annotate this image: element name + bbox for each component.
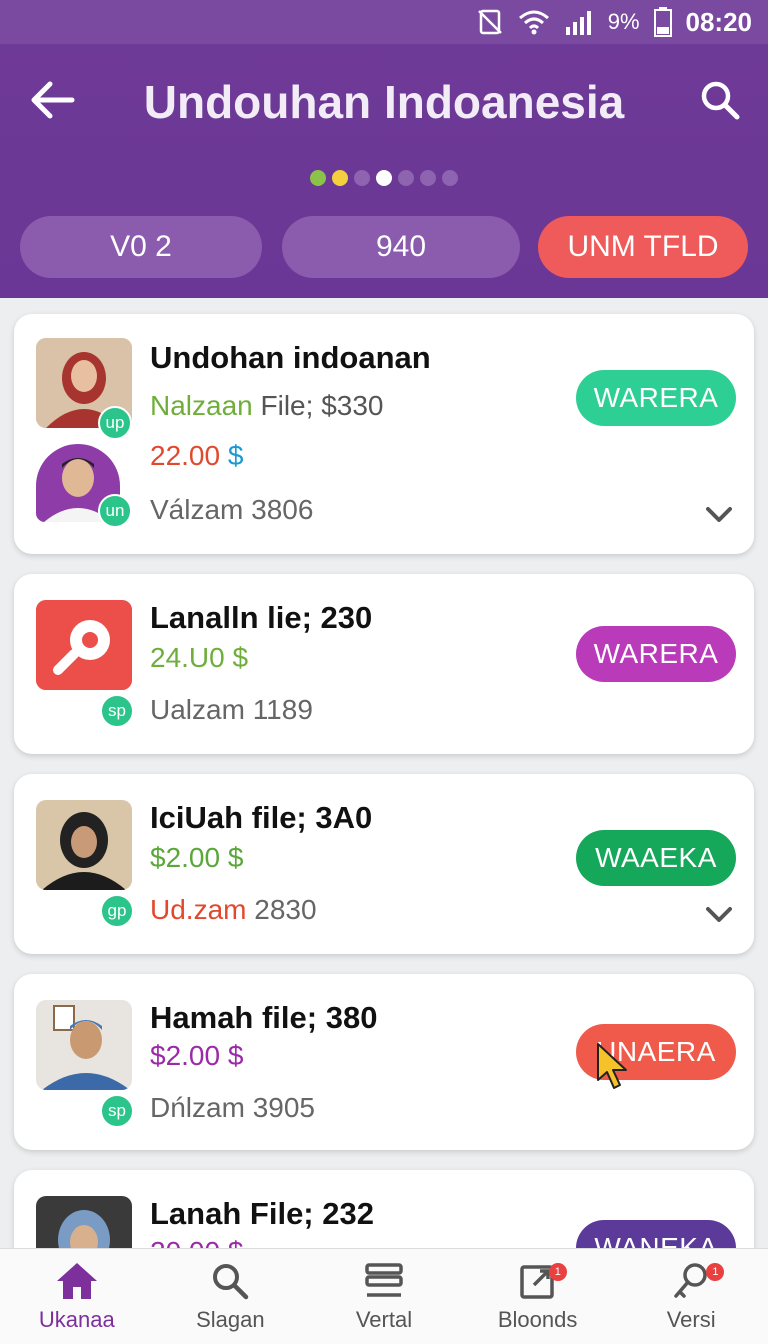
- page-dot[interactable]: [420, 170, 436, 186]
- item-subtitle: Nalzaan File; $330: [150, 390, 383, 422]
- page-dot[interactable]: [398, 170, 414, 186]
- expand-button[interactable]: [704, 900, 734, 930]
- key-app-icon: [36, 600, 132, 690]
- bottom-navigation: Ukanaa Slagan Vertal 1 Bloonds 1 Versi: [0, 1248, 768, 1344]
- nav-item-vertal[interactable]: Vertal: [307, 1249, 461, 1344]
- page-dot[interactable]: [354, 170, 370, 186]
- nav-label: Bloonds: [497, 1307, 578, 1332]
- notification-badge: 1: [706, 1263, 725, 1281]
- status-badge: sp: [100, 1094, 134, 1128]
- app-logo: [36, 600, 132, 690]
- list-icon: [365, 1263, 403, 1297]
- app-header: 9% 08:20 Undouhan Indoanesia V0 2 940 UN…: [0, 0, 768, 298]
- notification-badge: 1: [548, 1263, 567, 1281]
- item-price: 20.00 $: [150, 1236, 243, 1248]
- price-currency: $: [220, 440, 244, 471]
- avatar: [36, 1000, 132, 1090]
- back-button[interactable]: [24, 76, 80, 124]
- list-item[interactable]: sp Hamah file; 380 $2.00 $ Dńlzam 3905 U…: [14, 974, 754, 1150]
- filter-chips: V0 2 940 UNM TFLD: [20, 216, 748, 278]
- expand-button[interactable]: [704, 500, 734, 530]
- pointer-cursor-icon: [597, 1043, 627, 1089]
- page-dot[interactable]: [442, 170, 458, 186]
- item-title: Undohan indoanan: [150, 340, 431, 375]
- nav-item-bloonds[interactable]: 1 Bloonds: [461, 1249, 615, 1344]
- search-button[interactable]: [694, 74, 746, 126]
- chip-unm-tfld[interactable]: UNM TFLD: [538, 216, 748, 278]
- chevron-down-icon: [706, 907, 732, 922]
- search-icon: [213, 1264, 249, 1300]
- item-meta: Ud.zam 2830: [150, 894, 317, 926]
- item-size: File; $330: [252, 390, 384, 421]
- nav-item-versi[interactable]: 1 Versi: [614, 1249, 768, 1344]
- list-item[interactable]: Lanah File; 232 20.00 $ WANEKA: [14, 1170, 754, 1248]
- status-icons: 9% 08:20: [476, 6, 752, 38]
- status-bar: 9% 08:20: [0, 0, 768, 44]
- item-title: Hamah file; 380: [150, 1000, 378, 1035]
- nav-label: Ukanaa: [38, 1307, 115, 1332]
- page-indicator: [0, 170, 768, 186]
- status-badge: un: [98, 494, 132, 528]
- nav-label: Slagan: [196, 1307, 265, 1332]
- item-meta-prefix: Ud.zam: [150, 894, 247, 925]
- status-badge: gp: [100, 894, 134, 928]
- home-icon: [56, 1263, 97, 1299]
- no-sim-icon: [477, 9, 502, 35]
- list-item[interactable]: sp Lanalln lie; 230 24.U0 $ Ualzam 1189 …: [14, 574, 754, 754]
- page-title: Undouhan Indoanesia: [143, 76, 625, 128]
- item-price: $2.00 $: [150, 1040, 244, 1071]
- list-item[interactable]: gp IciUah file; 3A0 $2.00 $ Ud.zam 2830 …: [14, 774, 754, 954]
- list-item[interactable]: up un Undohan indoanan Nalzaan File; $33…: [14, 314, 754, 554]
- avatar: [36, 800, 132, 890]
- nav-item-slagan[interactable]: Slagan: [154, 1249, 308, 1344]
- person-hood-image: [36, 800, 132, 890]
- download-button[interactable]: WARERA: [576, 626, 736, 682]
- chevron-down-icon: [706, 507, 732, 522]
- person-doctor-image: [36, 1000, 132, 1090]
- person-hijab-image: [36, 1196, 132, 1248]
- download-list: up un Undohan indoanan Nalzaan File; $33…: [0, 298, 768, 1248]
- battery-percent: 9%: [607, 9, 640, 34]
- avatar: [36, 1196, 132, 1248]
- price-value: 22.00: [150, 440, 221, 471]
- status-time: 08:20: [685, 6, 753, 37]
- item-meta: Ualzam 1189: [150, 694, 313, 725]
- nav-item-ukanaa[interactable]: Ukanaa: [0, 1249, 154, 1344]
- chip-v02[interactable]: V0 2: [20, 216, 262, 278]
- item-title: IciUah file; 3A0: [150, 800, 373, 835]
- download-button[interactable]: WARERA: [576, 370, 736, 426]
- status-badge: sp: [100, 694, 134, 728]
- item-meta-value: 2830: [246, 894, 317, 925]
- nav-label: Versi: [666, 1307, 716, 1332]
- chip-940[interactable]: 940: [282, 216, 520, 278]
- item-meta: Dńlzam 3905: [150, 1092, 315, 1123]
- item-meta: Válzam 3806: [150, 494, 314, 525]
- battery-icon: [653, 7, 672, 37]
- search-icon: [701, 81, 740, 120]
- download-button[interactable]: WANEKA: [576, 1220, 736, 1248]
- item-title: Lanah File; 232: [150, 1196, 374, 1231]
- item-price: 22.00 $: [150, 440, 243, 472]
- signal-icon: [565, 11, 591, 35]
- page-dot[interactable]: [376, 170, 392, 186]
- item-source: Nalzaan: [150, 390, 253, 421]
- page-dot[interactable]: [310, 170, 326, 186]
- nav-label: Vertal: [355, 1307, 413, 1332]
- item-price: $2.00 $: [150, 842, 244, 873]
- status-badge: up: [98, 406, 132, 440]
- key-icon: [674, 1263, 707, 1298]
- item-title: Lanalln lie; 230: [150, 600, 373, 635]
- page-dot[interactable]: [332, 170, 348, 186]
- arrow-left-icon: [31, 81, 75, 119]
- download-button[interactable]: WAAEKA: [576, 830, 736, 886]
- wifi-icon: [518, 10, 549, 35]
- item-price: 24.U0 $: [150, 642, 249, 673]
